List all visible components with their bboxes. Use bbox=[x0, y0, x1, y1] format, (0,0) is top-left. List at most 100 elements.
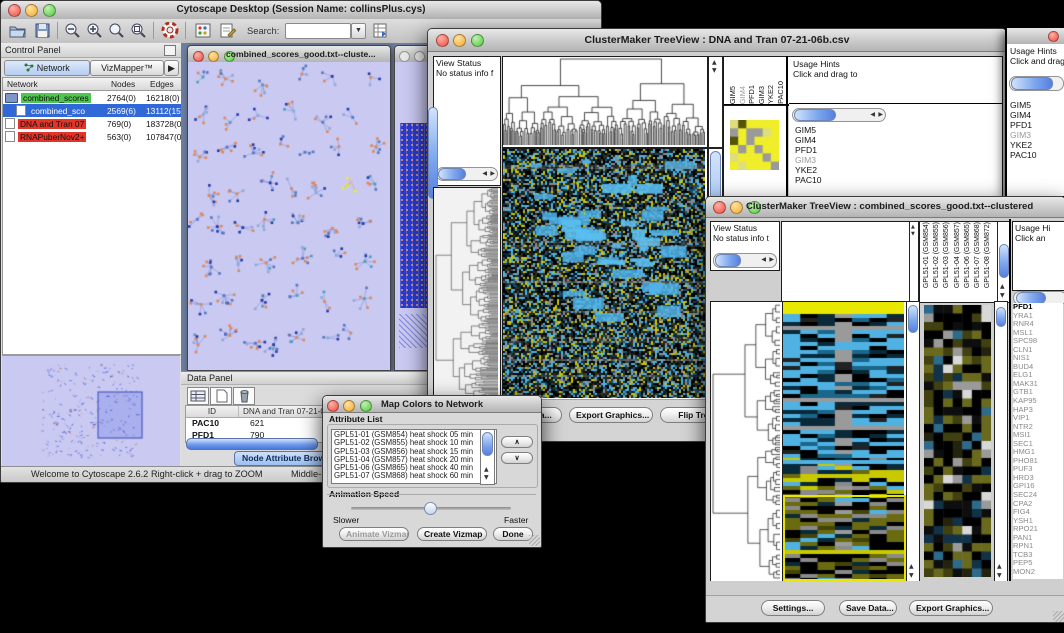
tab-vizmapper[interactable]: VizMapper™ bbox=[90, 60, 164, 76]
treeview2-vscrollbar[interactable]: ▲ ▼ bbox=[906, 301, 920, 583]
new-attribute-icon[interactable] bbox=[210, 387, 232, 405]
scroll-down-icon[interactable]: ▼ bbox=[911, 231, 915, 237]
zoom-fit-icon[interactable] bbox=[107, 22, 126, 39]
export-graphics-button[interactable]: Export Graphics... bbox=[569, 407, 653, 423]
network-tree-table: Network Nodes Edges combined_scores 2764… bbox=[2, 77, 182, 355]
treeview2-mini-scroll[interactable]: ▲ ▼ bbox=[909, 221, 919, 303]
scroll-down-icon[interactable]: ▼ bbox=[484, 475, 489, 481]
treeview2-row-dendrogram[interactable] bbox=[710, 301, 783, 583]
resize-grip[interactable] bbox=[529, 535, 540, 546]
minimize-icon[interactable] bbox=[414, 51, 425, 62]
zoom-selected-icon[interactable] bbox=[129, 22, 148, 39]
usage-hints-text: Click and drag to bbox=[1010, 56, 1064, 66]
scroll-right-icon[interactable]: ▶ bbox=[878, 112, 883, 118]
view-status-hscrollbar[interactable]: ◀ ▶ bbox=[713, 253, 777, 268]
close-icon[interactable] bbox=[399, 51, 410, 62]
scroll-down-icon[interactable]: ▼ bbox=[909, 573, 914, 579]
scroll-up-icon[interactable]: ▲ bbox=[909, 564, 914, 570]
desktop-patch bbox=[540, 440, 604, 485]
close-icon[interactable] bbox=[193, 51, 204, 62]
network-type-icon bbox=[16, 105, 26, 116]
scroll-left-icon[interactable]: ◀ bbox=[870, 112, 875, 118]
dialog-title: Map Colors to Network bbox=[323, 398, 541, 409]
network-tree-row[interactable]: RNAPuberNov2+ 563(0) 107847(0) bbox=[3, 130, 181, 143]
view-status-hscrollbar[interactable]: ◀ ▶ bbox=[436, 167, 498, 181]
network-tree-rows: combined_scores 2764(0) 16218(0) combine… bbox=[3, 91, 181, 143]
move-down-button[interactable]: ∨ bbox=[501, 452, 533, 464]
treeview2-title: ClusterMaker TreeView : combined_scores_… bbox=[746, 201, 1063, 212]
help-lifesaver-icon[interactable] bbox=[161, 22, 180, 39]
move-up-button[interactable]: ∧ bbox=[501, 436, 533, 448]
export-graphics-button[interactable]: Export Graphics... bbox=[909, 600, 993, 616]
speed-slider-thumb[interactable] bbox=[424, 502, 437, 515]
create-vizmap-button[interactable]: Create Vizmap bbox=[417, 527, 487, 541]
network-tree-row[interactable]: combined_sco 2569(6) 13112(15) bbox=[3, 104, 181, 117]
close-icon[interactable] bbox=[713, 201, 726, 214]
main-window-title: Cytoscape Desktop (Session Name: collins… bbox=[1, 4, 601, 15]
network-canvas[interactable] bbox=[188, 62, 390, 370]
data-panel-hscrollbar[interactable] bbox=[186, 438, 318, 450]
treeview2-zoom-scrollbar[interactable]: ▲ ▼ bbox=[994, 301, 1008, 583]
close-icon[interactable] bbox=[1048, 31, 1059, 42]
treeview1-column-dendrogram[interactable] bbox=[502, 56, 708, 148]
treeview1-left-scrollbar[interactable] bbox=[428, 107, 438, 199]
treeview2-column-dendrogram[interactable] bbox=[781, 221, 911, 303]
scroll-right-icon[interactable]: ▶ bbox=[769, 257, 774, 263]
attribute-select-icon[interactable] bbox=[187, 387, 209, 405]
network-table-header[interactable]: Network Nodes Edges bbox=[3, 78, 181, 91]
zoom-out-icon[interactable] bbox=[63, 22, 82, 39]
annotation-icon[interactable] bbox=[218, 22, 237, 39]
save-session-icon[interactable] bbox=[33, 22, 52, 39]
settings-button[interactable]: Settings... bbox=[761, 600, 825, 616]
float-panel-icon[interactable] bbox=[164, 45, 176, 56]
plugin-manager-icon[interactable] bbox=[194, 22, 213, 39]
treeview1-row-dendrogram[interactable] bbox=[433, 187, 501, 401]
scroll-down-icon[interactable]: ▼ bbox=[997, 573, 1002, 579]
treeview3-row-labels[interactable]: GIM5GIM4PFD1GIM3YKE2PAC10 bbox=[1010, 100, 1037, 160]
search-input[interactable] bbox=[285, 23, 351, 39]
scroll-up-icon[interactable]: ▲ bbox=[997, 564, 1002, 570]
scroll-up-icon[interactable]: ▲ bbox=[484, 467, 489, 473]
treeview1-row-labels[interactable]: GIM5GIM4PFD1GIM3YKE2PAC10 bbox=[795, 125, 822, 185]
network-overview[interactable] bbox=[2, 355, 180, 466]
search-label: Search: bbox=[247, 25, 279, 36]
scroll-left-icon[interactable]: ◀ bbox=[482, 171, 487, 177]
minimize-icon[interactable] bbox=[730, 201, 743, 214]
scroll-up-icon[interactable]: ▲ bbox=[911, 224, 915, 230]
tab-overflow-icon[interactable]: ▶ bbox=[164, 60, 179, 76]
attribute-list-scrollbar[interactable]: ▲ ▼ bbox=[480, 429, 495, 485]
map-colors-dialog: Map Colors to Network Attribute List GPL… bbox=[322, 395, 542, 548]
main-titlebar[interactable]: Cytoscape Desktop (Session Name: collins… bbox=[1, 1, 601, 20]
tab-network[interactable]: Network bbox=[4, 60, 90, 76]
treeview3-hscrollbar[interactable] bbox=[1009, 76, 1064, 91]
slower-label: Slower bbox=[333, 515, 359, 525]
scroll-left-icon[interactable]: ◀ bbox=[761, 257, 766, 263]
scroll-down-icon[interactable]: ▼ bbox=[712, 68, 717, 74]
search-dropdown-icon[interactable]: ▼ bbox=[351, 23, 366, 39]
treeview2-column-labels[interactable]: GPL51-01 (GSM854)GPL51-02 (GSM855)GPL51-… bbox=[919, 221, 1000, 303]
scroll-up-icon[interactable]: ▲ bbox=[1000, 284, 1005, 290]
treeview1-heatmap[interactable] bbox=[502, 148, 708, 401]
scroll-down-icon[interactable]: ▼ bbox=[1000, 293, 1005, 299]
network-tree-row[interactable]: combined_scores 2764(0) 16218(0) bbox=[3, 91, 181, 104]
treeview2-gene-labels[interactable]: PFD1YRA1RNR4MSL1SPC98CLN1NIS1BUD4ELG1MAK… bbox=[1013, 303, 1063, 579]
zoom-in-icon[interactable] bbox=[85, 22, 104, 39]
treeview2-zoom-heatmap[interactable] bbox=[924, 305, 991, 577]
save-data-button[interactable]: Save Data... bbox=[839, 600, 897, 616]
treeview1-column-labels[interactable]: GIM5GIM4PFD1GIM3YKE2PAC10 bbox=[723, 56, 793, 106]
delete-attribute-icon[interactable] bbox=[233, 387, 255, 405]
scroll-up-icon[interactable]: ▲ bbox=[712, 60, 717, 66]
desktop: Cytoscape Desktop (Session Name: collins… bbox=[0, 0, 1064, 633]
network-tree-row[interactable]: DNA and Tran 07 769(0) 183728(0) bbox=[3, 117, 181, 130]
attribute-list-item[interactable]: GPL51-07 (GSM868) heat shock 60 min bbox=[334, 472, 496, 480]
resize-grip[interactable] bbox=[1053, 611, 1064, 622]
minimize-icon[interactable] bbox=[208, 51, 219, 62]
attribute-list[interactable]: GPL51-01 (GSM854) heat shock 05 minGPL51… bbox=[331, 429, 497, 484]
status-welcome: Welcome to Cytoscape 2.6.2 bbox=[31, 467, 148, 482]
open-session-icon[interactable] bbox=[8, 22, 27, 39]
done-button[interactable]: Done bbox=[493, 527, 533, 541]
scroll-right-icon[interactable]: ▶ bbox=[490, 171, 495, 177]
treeview1-mini-scroll[interactable]: ▲ ▼ bbox=[708, 56, 723, 148]
import-table-icon[interactable] bbox=[371, 22, 390, 39]
usage-hints-hscrollbar[interactable]: ◀ ▶ bbox=[792, 108, 886, 122]
